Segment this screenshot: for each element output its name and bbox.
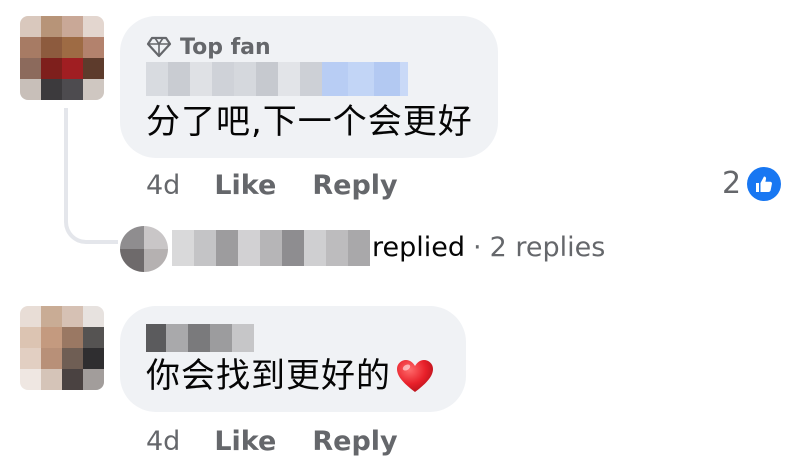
comment-text: 你会找到更好的 [146, 356, 435, 396]
reply-button[interactable]: Reply [312, 426, 397, 457]
like-button[interactable]: Like [214, 426, 276, 457]
replier-name-redacted[interactable] [172, 230, 370, 266]
comment-timestamp[interactable]: 4d [146, 170, 180, 201]
comment-actions: 4d Like Reply [146, 166, 398, 204]
commenter-name-redacted[interactable] [146, 62, 408, 96]
like-button[interactable]: Like [214, 170, 276, 201]
comment-text: 分了吧,下一个会更好 [146, 102, 473, 142]
replied-label: replied [372, 232, 466, 263]
comment-text-content: 你会找到更好的 [146, 356, 391, 396]
commenter-avatar[interactable] [20, 16, 104, 100]
like-icon [747, 166, 782, 201]
separator-dot: · [473, 232, 482, 263]
top-fan-label: Top fan [180, 34, 271, 60]
reaction-summary[interactable]: 2 [722, 166, 782, 201]
replies-summary[interactable]: replied · 2 replies [372, 232, 605, 263]
reply-avatar[interactable] [120, 226, 168, 272]
view-replies-link[interactable]: 2 replies [490, 232, 606, 263]
reaction-count: 2 [722, 166, 742, 201]
red-heart-icon [397, 360, 433, 392]
diamond-icon [146, 36, 172, 58]
comment-timestamp[interactable]: 4d [146, 426, 180, 457]
reply-button[interactable]: Reply [312, 170, 397, 201]
commenter-avatar[interactable] [20, 306, 104, 390]
comment-actions: 4d Like Reply [146, 422, 398, 460]
commenter-name-redacted[interactable] [146, 324, 254, 352]
top-fan-badge: Top fan [146, 32, 271, 62]
reply-thread-connector [64, 108, 118, 244]
